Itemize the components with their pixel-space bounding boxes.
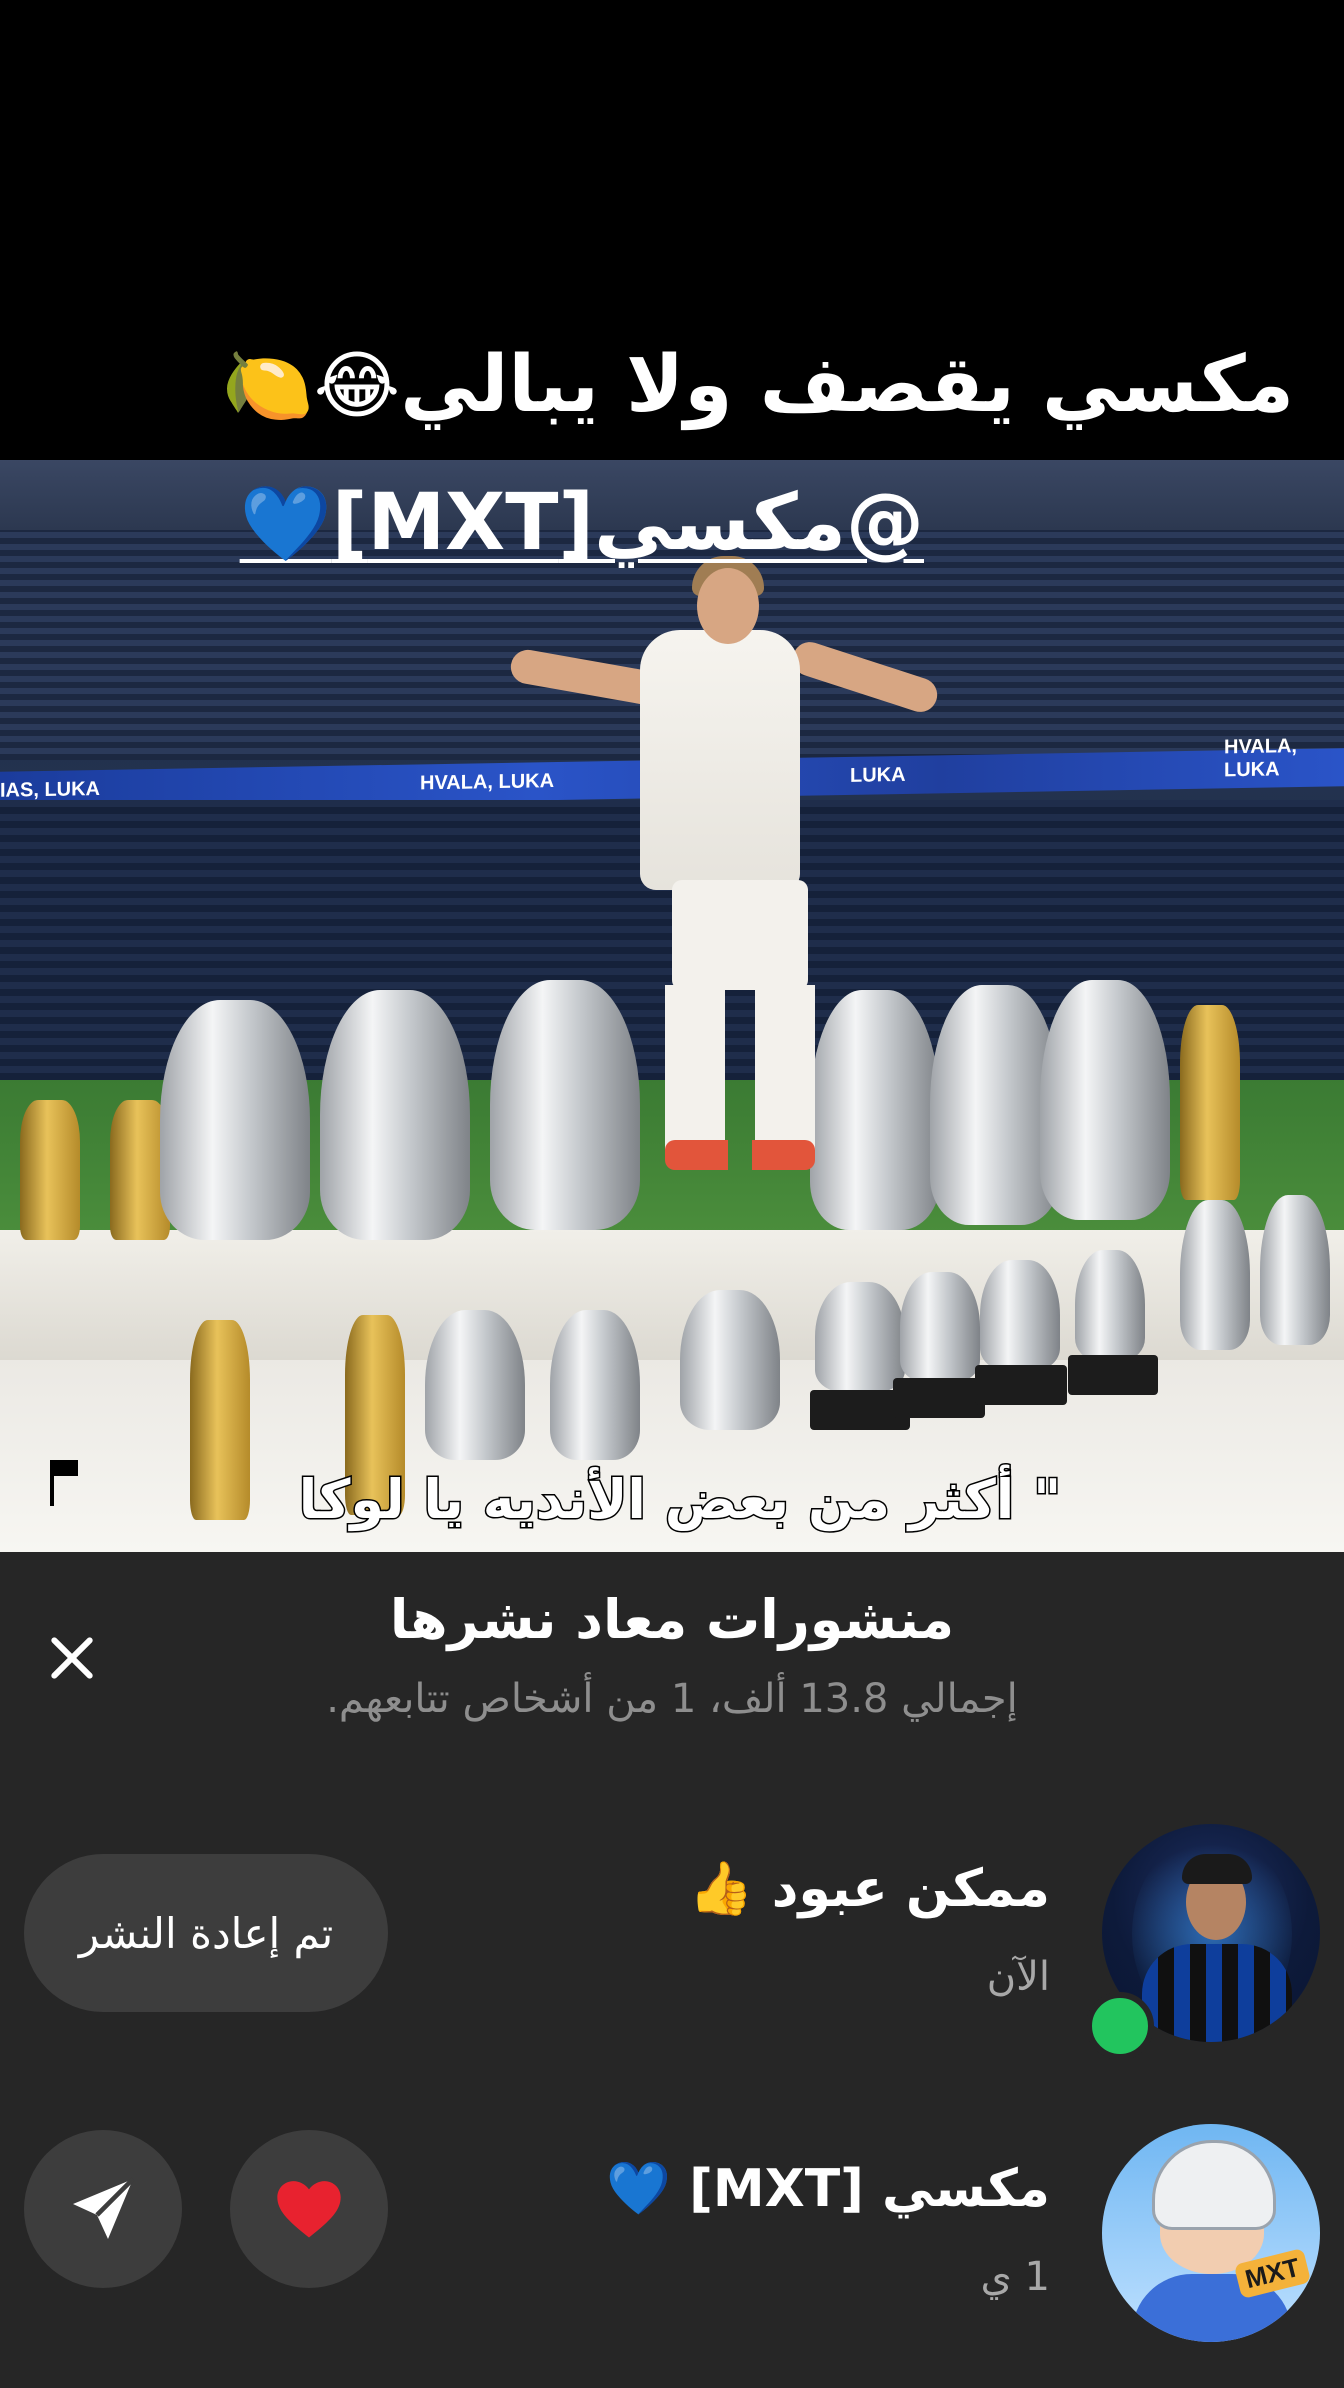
repost-time: 1 ي <box>980 2254 1050 2300</box>
trophy-silver <box>320 990 470 1240</box>
online-status-dot <box>1086 1992 1154 2060</box>
trophy-silver <box>1075 1250 1145 1360</box>
video-subtitle: " أكثر من بعض الأنديه يا لوكا <box>297 1467 1063 1533</box>
reposted-button[interactable]: تم إعادة النشر <box>24 1854 388 2012</box>
trophy-gold <box>1180 1005 1240 1200</box>
video-frame[interactable]: IAS, LUKA HVALA, LUKA LUKA HVALA, LUKA <box>0 460 1344 1552</box>
trophy-base <box>1068 1355 1158 1395</box>
trophy-base <box>893 1378 985 1418</box>
mention-text[interactable]: @مكسي[MXT] <box>332 478 924 568</box>
blue-heart-emoji: 💙 <box>239 481 332 567</box>
led-text-right-1: LUKA <box>850 763 906 787</box>
send-icon <box>73 2177 135 2239</box>
user-name[interactable]: ممكن عبود 👍 <box>689 1858 1050 1919</box>
trophy-silver <box>550 1310 640 1460</box>
player-shirt <box>640 630 800 890</box>
trophy-silver <box>1040 980 1170 1220</box>
trophy-gold <box>20 1100 80 1240</box>
trophy-silver <box>900 1272 980 1382</box>
caption-text: مكسي يقصف ولا يبالي <box>400 340 1294 430</box>
led-text-mid: HVALA, LUKA <box>420 770 555 795</box>
video-player[interactable]: IAS, LUKA HVALA, LUKA LUKA HVALA, LUKA م… <box>0 0 1344 1552</box>
repost-row[interactable]: ممكن عبود 👍 الآن تم إعادة النشر <box>0 1824 1344 2060</box>
reposts-sheet: منشورات معاد نشرها إجمالي 13.8 ألف، 1 من… <box>0 1552 1344 2388</box>
avatar-helmet <box>1152 2140 1276 2230</box>
player-shorts <box>672 880 808 990</box>
trophy-silver <box>810 990 940 1230</box>
trophy-silver <box>815 1282 905 1392</box>
trophy-silver <box>680 1290 780 1430</box>
send-button[interactable] <box>24 2130 182 2288</box>
trophy-base <box>975 1365 1067 1405</box>
corner-flag-icon <box>50 1460 78 1506</box>
sheet-subtitle: إجمالي 13.8 ألف، 1 من أشخاص تتابعهم. <box>326 1676 1018 1722</box>
trophy-silver <box>980 1260 1060 1370</box>
user-name[interactable]: مكسي [MXT] 💙 <box>606 2158 1050 2219</box>
trophy-silver <box>1260 1195 1330 1345</box>
player-legs <box>665 985 815 1155</box>
trophy-silver <box>425 1310 525 1460</box>
video-caption-line-1: مكسي يقصف ولا يبالي😂🍋 <box>222 340 1294 430</box>
repost-time: الآن <box>986 1954 1050 2000</box>
video-caption-mention[interactable]: @مكسي[MXT]💙 <box>240 478 924 568</box>
heart-icon <box>277 2181 341 2238</box>
avatar-shirt <box>1142 1944 1292 2042</box>
like-button[interactable] <box>230 2130 388 2288</box>
avatar[interactable]: MXT <box>1102 2124 1320 2342</box>
repost-screen: IAS, LUKA HVALA, LUKA LUKA HVALA, LUKA م… <box>0 0 1344 2388</box>
trophy-silver <box>490 980 640 1230</box>
trophy-gold <box>190 1320 250 1520</box>
player-boots <box>665 1140 815 1170</box>
sheet-title: منشورات معاد نشرها <box>389 1588 955 1651</box>
trophy-silver <box>1180 1200 1250 1350</box>
trophy-silver <box>160 1000 310 1240</box>
avatar-hair <box>1182 1854 1252 1884</box>
repost-row[interactable]: MXT مكسي [MXT] 💙 1 ي <box>0 2124 1344 2344</box>
player-head <box>697 568 759 644</box>
caption-emojis: 😂🍋 <box>221 343 401 429</box>
led-text-right-2: HVALA, LUKA <box>1224 735 1297 782</box>
